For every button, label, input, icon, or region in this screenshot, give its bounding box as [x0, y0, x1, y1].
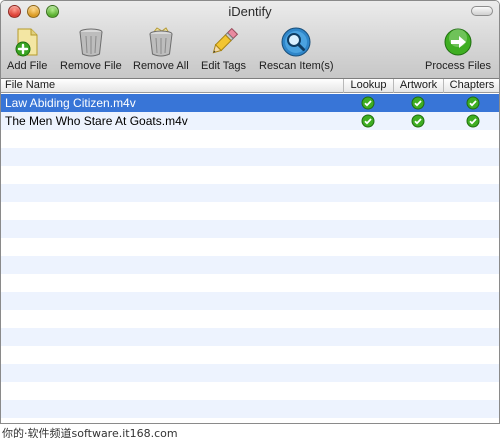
add-file-icon — [12, 25, 42, 59]
process-files-label: Process Files — [425, 60, 492, 72]
app-window: iDentify Add File Remove File Remove All… — [0, 0, 500, 424]
rescan-items-label: Rescan Item(s) — [259, 60, 334, 72]
watermark-text: 你的·软件频道software.it168.com — [2, 427, 178, 438]
add-file-button[interactable]: Add File — [7, 25, 47, 72]
table-row[interactable]: The Men Who Stare At Goats.m4v — [1, 112, 499, 130]
trash-icon — [77, 25, 105, 59]
column-header-file-name[interactable]: File Name — [5, 79, 55, 93]
full-trash-icon — [147, 25, 175, 59]
window-title: iDentify — [228, 4, 272, 19]
forward-arrow-icon — [443, 25, 473, 59]
pencil-icon — [209, 25, 239, 59]
lookup-check-icon — [361, 114, 375, 128]
magnifier-globe-icon — [280, 25, 312, 59]
artwork-check-icon — [411, 114, 425, 128]
remove-file-label: Remove File — [60, 60, 122, 72]
file-name-cell: Law Abiding Citizen.m4v — [5, 96, 136, 110]
column-header-lookup[interactable]: Lookup — [343, 79, 393, 93]
add-file-label: Add File — [7, 60, 48, 72]
chapters-check-icon — [466, 96, 480, 110]
artwork-check-icon — [411, 96, 425, 110]
remove-all-label: Remove All — [133, 60, 189, 72]
remove-all-button[interactable]: Remove All — [133, 25, 189, 72]
column-header-artwork[interactable]: Artwork — [393, 79, 443, 93]
edit-tags-button[interactable]: Edit Tags — [201, 25, 246, 72]
chapters-check-icon — [466, 114, 480, 128]
file-list: Law Abiding Citizen.m4v The Men Who Star… — [1, 94, 499, 423]
remove-file-button[interactable]: Remove File — [60, 25, 122, 72]
table-row[interactable]: Law Abiding Citizen.m4v — [1, 94, 499, 112]
table-header: File Name Lookup Artwork Chapters — [1, 79, 499, 93]
column-header-chapters[interactable]: Chapters — [443, 79, 499, 93]
edit-tags-label: Edit Tags — [201, 60, 247, 72]
file-name-cell: The Men Who Stare At Goats.m4v — [5, 114, 188, 128]
title-bar: iDentify Add File Remove File Remove All… — [1, 1, 499, 79]
toolbar-toggle-button[interactable] — [471, 6, 493, 16]
rescan-items-button[interactable]: Rescan Item(s) — [259, 25, 334, 72]
lookup-check-icon — [361, 96, 375, 110]
process-files-button[interactable]: Process Files — [425, 25, 491, 72]
